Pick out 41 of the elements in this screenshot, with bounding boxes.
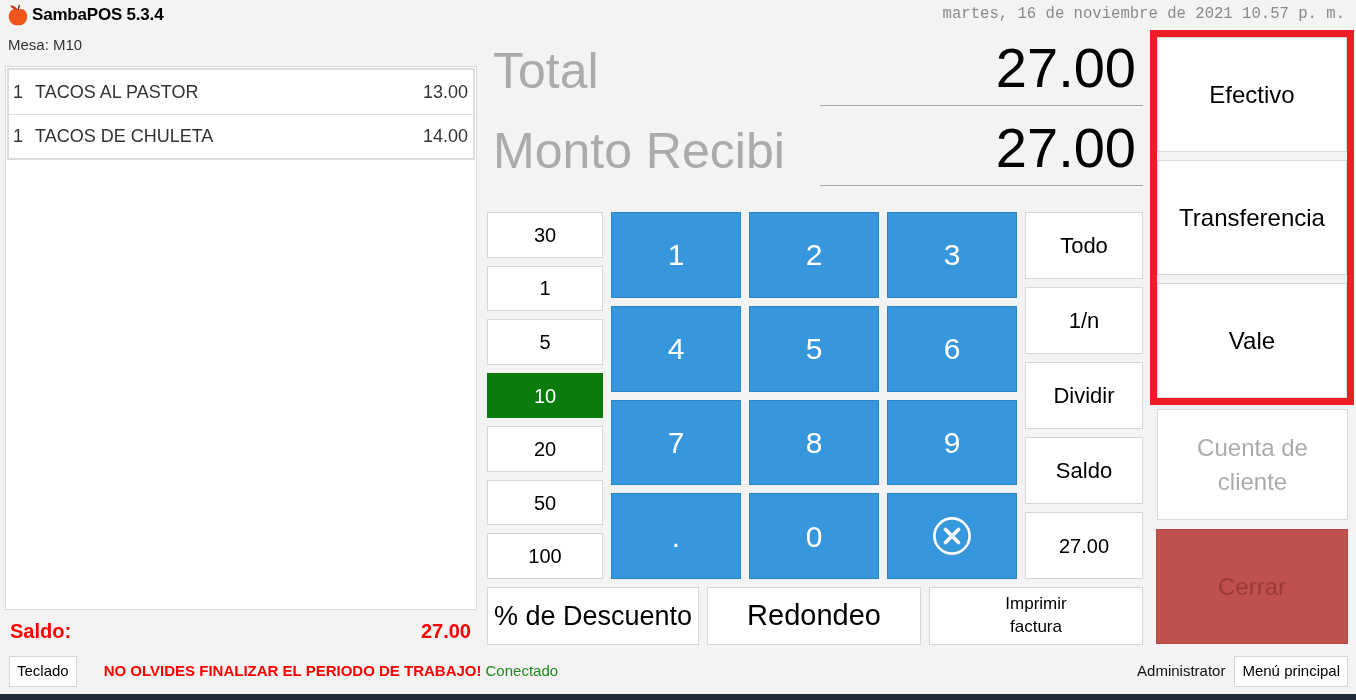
item-quantity: 1 <box>13 80 24 104</box>
clear-icon <box>933 517 971 556</box>
split-option-button[interactable]: Todo <box>1025 212 1143 279</box>
received-label: Monto Recibi <box>492 126 786 181</box>
action-button[interactable]: % de Descuento <box>487 587 699 645</box>
amount-button[interactable]: 30 <box>487 212 603 258</box>
date-time: martes, 16 de noviembre de 2021 10.57 p. m. <box>942 4 1345 26</box>
split-option-button[interactable]: Dividir <box>1025 362 1143 429</box>
payment-method-button[interactable]: Transferencia <box>1157 160 1347 275</box>
split-option-button[interactable]: Saldo <box>1025 437 1143 504</box>
payment-method-button[interactable]: Vale <box>1157 283 1347 398</box>
item-quantity: 1 <box>13 125 24 148</box>
connection-status: Conectado <box>485 660 559 681</box>
payment-method-button[interactable]: Efectivo <box>1157 37 1347 152</box>
action-button[interactable]: Redondeo <box>707 587 921 645</box>
split-option-button[interactable]: 1/n <box>1025 287 1143 354</box>
amount-button[interactable]: 20 <box>487 426 603 472</box>
balance-label: Saldo: <box>10 619 72 644</box>
amount-button[interactable]: 10 <box>487 372 603 419</box>
keyboard-button[interactable]: Teclado <box>9 655 77 687</box>
app-logo-icon <box>8 4 28 26</box>
warning-message: NO OLVIDES FINALIZAR EL PERIODO DE TRABAJO! <box>103 660 482 681</box>
amount-button[interactable]: 1 <box>487 265 603 312</box>
user-name: Administrator <box>1137 660 1226 681</box>
total-amount: 27.00 <box>820 40 1143 106</box>
item-name: TACOS AL PASTOR <box>35 80 200 104</box>
amount-button[interactable]: 50 <box>487 479 603 526</box>
amount-button[interactable]: 5 <box>487 319 603 365</box>
main-menu-button[interactable]: Menú principal <box>1234 655 1348 687</box>
item-price: 14.00 <box>422 125 468 148</box>
amount-button[interactable]: 100 <box>487 533 603 580</box>
item-price: 13.00 <box>422 80 468 104</box>
item-name: TACOS DE CHULETA <box>35 125 215 148</box>
total-label: Total <box>492 46 600 101</box>
table-label: Mesa: M10 <box>8 36 83 53</box>
split-option-button[interactable]: 27.00 <box>1025 512 1143 579</box>
balance-amount: 27.00 <box>420 619 471 644</box>
action-button[interactable]: Imprimir factura <box>929 587 1143 645</box>
clear-key-button[interactable] <box>887 493 1017 579</box>
received-amount: 27.00 <box>820 120 1143 186</box>
app-title: SambaPOS 5.3.4 <box>32 4 164 27</box>
